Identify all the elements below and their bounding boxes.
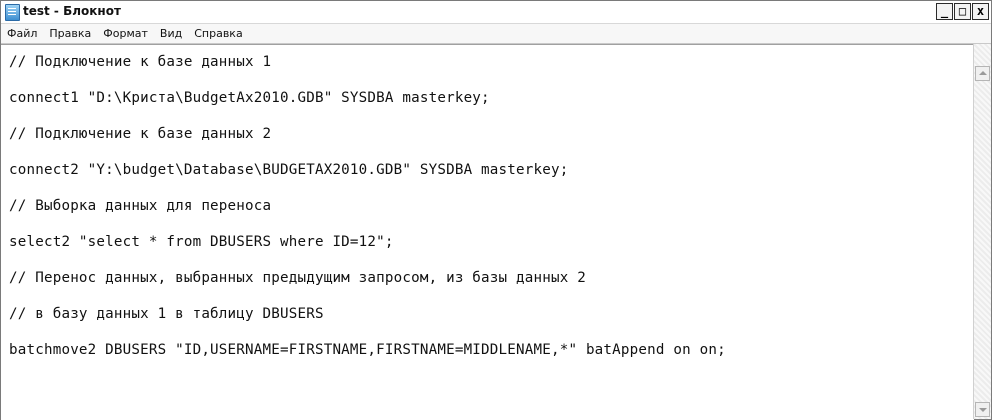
text-line: // в базу данных 1 в таблицу DBUSERS — [9, 306, 324, 322]
text-line: batchmove2 DBUSERS "ID,USERNAME=FIRSTNAM… — [9, 342, 726, 358]
text-line: // Выборка данных для переноса — [9, 198, 272, 214]
menu-file[interactable]: Файл — [1, 24, 43, 43]
minimize-button[interactable]: _ — [936, 3, 953, 20]
maximize-button[interactable]: □ — [954, 3, 971, 20]
notepad-icon[interactable] — [5, 4, 20, 21]
menu-edit[interactable]: Правка — [43, 24, 97, 43]
text-line: // Перенос данных, выбранных предыдущим … — [9, 270, 586, 286]
menu-format[interactable]: Формат — [97, 24, 154, 43]
title-bar[interactable]: test - Блокнот _ □ x — [1, 1, 991, 24]
text-line: connect1 "D:\Криста\BudgetAx2010.GDB" SY… — [9, 90, 490, 106]
text-line: // Подключение к базе данных 2 — [9, 126, 272, 142]
scroll-up-arrow-icon[interactable] — [975, 66, 990, 81]
scroll-down-arrow-icon[interactable] — [975, 402, 990, 417]
text-line: // Подключение к базе данных 1 — [9, 54, 272, 70]
notepad-window: test - Блокнот _ □ x Файл Правка Формат … — [0, 0, 992, 420]
menu-help[interactable]: Справка — [188, 24, 248, 43]
text-editor-area[interactable]: // Подключение к базе данных 1 connect1 … — [1, 44, 974, 420]
menu-bar: Файл Правка Формат Вид Справка — [1, 24, 991, 44]
window-controls: _ □ x — [935, 3, 989, 20]
text-line: connect2 "Y:\budget\Database\BUDGETAX201… — [9, 162, 569, 178]
window-title: test - Блокнот — [23, 4, 121, 18]
vertical-scrollbar[interactable] — [973, 44, 991, 419]
menu-view[interactable]: Вид — [154, 24, 188, 43]
close-button[interactable]: x — [972, 3, 989, 20]
text-line: select2 "select * from DBUSERS where ID=… — [9, 234, 394, 250]
